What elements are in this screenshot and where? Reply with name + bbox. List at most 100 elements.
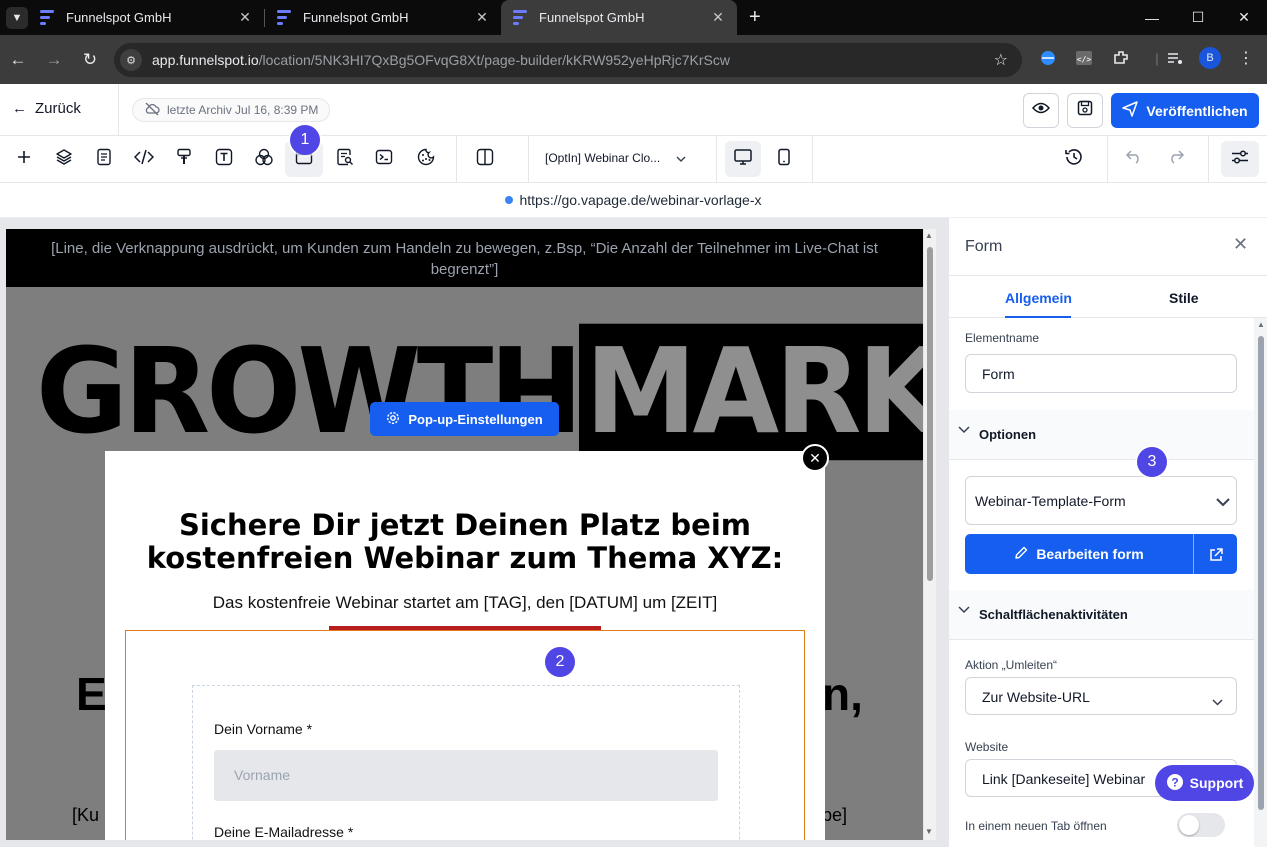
preview-button[interactable]: [1023, 93, 1059, 128]
profile-avatar[interactable]: B: [1199, 47, 1221, 69]
popup-headline[interactable]: Sichere Dir jetzt Deinen Platz beim kost…: [105, 509, 825, 575]
page-select-dropdown[interactable]: [OptIn] Webinar Clo...: [545, 151, 686, 165]
add-element-button[interactable]: [5, 141, 43, 177]
scroll-up-icon[interactable]: ▲: [925, 231, 933, 240]
hero-text-left[interactable]: [Ku: [72, 805, 99, 826]
reload-icon[interactable]: ↻: [72, 50, 108, 70]
popup-settings-button[interactable]: Pop-up-Einstellungen: [370, 402, 559, 436]
tab-allgemein[interactable]: Allgemein: [1005, 290, 1072, 306]
hero-headline-right[interactable]: n,: [822, 667, 863, 721]
publish-button[interactable]: Veröffentlichen: [1111, 93, 1259, 128]
browser-menu-icon[interactable]: ⋮: [1235, 47, 1257, 69]
header-divider: [118, 84, 119, 136]
version-history-button[interactable]: [1055, 141, 1093, 177]
minimize-icon[interactable]: —: [1129, 0, 1175, 35]
back-label: Zurück: [35, 100, 81, 117]
button-actions-section-header[interactable]: Schaltflächenaktivitäten: [949, 590, 1254, 640]
button-actions-label: Schaltflächenaktivitäten: [979, 607, 1128, 622]
pages-button[interactable]: [85, 141, 123, 177]
archive-status-badge[interactable]: letzte Archiv Jul 16, 8:39 PM: [132, 98, 331, 122]
custom-code-button[interactable]: [125, 141, 163, 177]
chevron-down-icon: [958, 605, 970, 617]
tab-title: Funnelspot GmbH: [66, 10, 172, 25]
options-section-header[interactable]: Optionen: [949, 410, 1254, 460]
maximize-icon[interactable]: ☐: [1175, 0, 1221, 35]
archive-label: letzte Archiv Jul 16, 8:39 PM: [167, 103, 319, 117]
browser-tab-1[interactable]: Funnelspot GmbH ✕: [28, 0, 264, 35]
back-button[interactable]: ← Zurück: [12, 100, 81, 117]
scrollbar-thumb[interactable]: [927, 247, 933, 581]
back-arrow-icon[interactable]: ←: [0, 50, 36, 70]
action-label: Aktion „Umleiten“: [965, 658, 1058, 672]
forward-arrow-icon[interactable]: →: [36, 50, 72, 70]
mobile-view-button[interactable]: [766, 141, 802, 177]
canvas-scrollbar[interactable]: ▲ ▼: [924, 229, 936, 840]
svg-text:</>: </>: [1077, 55, 1092, 64]
close-tab-icon[interactable]: ✕: [236, 9, 254, 26]
extension-drop-icon[interactable]: [1037, 47, 1059, 69]
history-icon: [1064, 147, 1084, 172]
extension-code-icon[interactable]: </>: [1073, 47, 1095, 69]
popup-close-button[interactable]: ✕: [801, 444, 829, 472]
close-tab-icon[interactable]: ✕: [473, 9, 491, 26]
toolbar-divider: [1107, 136, 1108, 183]
button-divider: [1193, 534, 1194, 574]
active-tab-indicator: [1005, 316, 1071, 318]
split-view-button[interactable]: [466, 141, 504, 177]
external-link-icon[interactable]: [1205, 544, 1227, 566]
form-select-dropdown[interactable]: Webinar-Template-Form: [965, 476, 1237, 525]
save-button[interactable]: [1067, 93, 1103, 128]
toolbar-divider: [528, 136, 529, 183]
new-tab-toggle[interactable]: [1177, 813, 1225, 837]
media-control-icon[interactable]: [1164, 47, 1186, 69]
close-panel-icon[interactable]: ✕: [1233, 234, 1248, 255]
browser-tab-3-active[interactable]: Funnelspot GmbH ✕: [501, 0, 737, 35]
new-tab-button[interactable]: +: [749, 6, 761, 29]
popup-subline[interactable]: Das kostenfreie Webinar startet am [TAG]…: [105, 593, 825, 613]
edit-form-main[interactable]: Bearbeiten form: [965, 534, 1193, 574]
tracking-code-button[interactable]: [365, 141, 403, 177]
seo-button[interactable]: [326, 141, 364, 177]
scroll-up-icon[interactable]: ▲: [1257, 320, 1265, 329]
desktop-view-button[interactable]: [725, 141, 761, 177]
panel-title: Form: [965, 238, 1003, 255]
support-button[interactable]: ? Support: [1155, 765, 1254, 801]
close-tab-icon[interactable]: ✕: [709, 9, 727, 26]
form-element-selected[interactable]: Dein Vorname * Vorname Deine E-Mailadres…: [125, 630, 805, 840]
opt-in-form[interactable]: Dein Vorname * Vorname Deine E-Mailadres…: [192, 685, 740, 840]
popup-modal[interactable]: Sichere Dir jetzt Deinen Platz beim kost…: [105, 451, 825, 840]
preview-url[interactable]: https://go.vapage.de/webinar-vorlage-x: [519, 192, 761, 208]
browser-tab-2[interactable]: Funnelspot GmbH ✕: [265, 0, 501, 35]
layers-button[interactable]: [45, 141, 83, 177]
firstname-input[interactable]: Vorname: [214, 750, 718, 801]
redo-icon: [1167, 149, 1185, 169]
settings-panel-button[interactable]: [1221, 141, 1259, 177]
tab-search-button[interactable]: ▼: [6, 6, 28, 29]
bookmark-star-icon[interactable]: ☆: [994, 50, 1008, 70]
panel-scrollbar-thumb[interactable]: [1258, 336, 1264, 810]
undo-button[interactable]: [1115, 141, 1153, 177]
url-text[interactable]: app.funnelspot.io/location/5NK3HI7QxBg5O…: [152, 52, 730, 68]
panel-scrollbar[interactable]: ▲: [1254, 318, 1267, 847]
extensions-puzzle-icon[interactable]: [1110, 47, 1132, 69]
redo-button[interactable]: [1157, 141, 1195, 177]
scroll-down-icon[interactable]: ▼: [925, 827, 933, 836]
scarcity-banner[interactable]: [Line, die Verknappung ausdrückt, um Kun…: [6, 229, 923, 287]
action-select-dropdown[interactable]: Zur Website-URL: [965, 677, 1237, 715]
omnibox[interactable]: ⚙ app.funnelspot.io/location/5NK3HI7QxBg…: [114, 43, 1022, 77]
typography-button[interactable]: [205, 141, 243, 177]
properties-panel: Form ✕ Allgemein Stile Elementname Form …: [948, 218, 1267, 847]
edit-form-button[interactable]: Bearbeiten form: [965, 534, 1237, 574]
site-info-icon[interactable]: ⚙: [120, 49, 142, 71]
element-name-input[interactable]: Form: [965, 354, 1237, 393]
browser-tab-bar: ▼ Funnelspot GmbH ✕ Funnelspot GmbH ✕ Fu…: [0, 0, 1267, 35]
email-label: Deine E-Mailadresse *: [214, 824, 354, 840]
styles-button[interactable]: [165, 141, 203, 177]
pencil-icon: [1014, 546, 1028, 563]
close-window-icon[interactable]: ✕: [1221, 0, 1267, 35]
color-button[interactable]: [245, 141, 283, 177]
tab-stile[interactable]: Stile: [1169, 290, 1199, 306]
cookie-settings-button[interactable]: [407, 141, 445, 177]
mobile-icon: [777, 148, 791, 171]
annotation-badge-2: 2: [545, 647, 575, 677]
